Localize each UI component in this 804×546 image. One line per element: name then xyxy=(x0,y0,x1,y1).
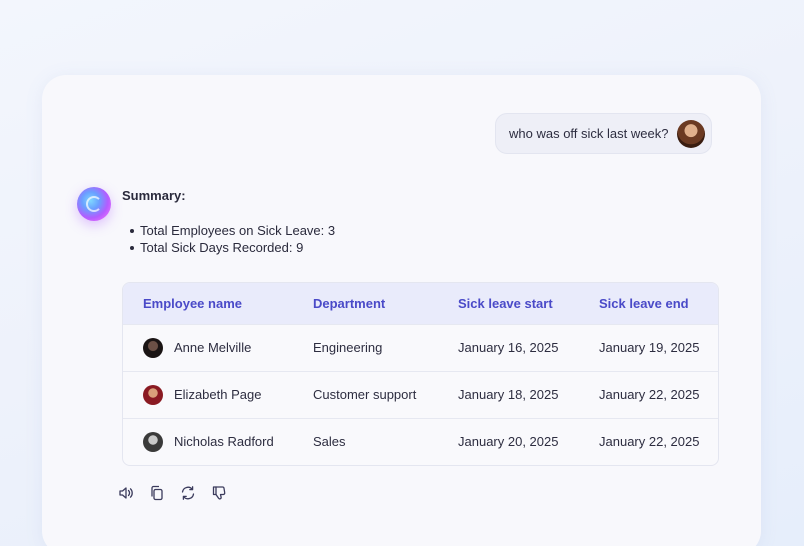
table-row: Elizabeth Page Customer support January … xyxy=(123,371,718,418)
column-header-department: Department xyxy=(313,295,386,311)
department-cell: Customer support xyxy=(313,387,417,402)
end-date-cell: January 22, 2025 xyxy=(599,387,700,402)
table-row: Nicholas Radford Sales January 20, 2025 … xyxy=(123,418,718,465)
sick-leave-table: Employee name Department Sick leave star… xyxy=(122,282,719,466)
summary-item: Total Sick Days Recorded: 9 xyxy=(128,239,335,256)
avatar xyxy=(143,431,163,452)
user-message-bubble: who was off sick last week? xyxy=(495,113,712,154)
table-row: Anne Melville Engineering January 16, 20… xyxy=(123,324,718,371)
user-message-text: who was off sick last week? xyxy=(509,126,669,141)
employee-name: Nicholas Radford xyxy=(174,434,274,450)
copy-icon[interactable] xyxy=(149,485,165,501)
end-date-cell: January 19, 2025 xyxy=(599,340,700,355)
assistant-avatar-icon xyxy=(77,187,111,221)
department-cell: Engineering xyxy=(313,340,383,355)
avatar xyxy=(143,384,163,405)
thumbs-down-icon[interactable] xyxy=(211,485,227,501)
employee-name: Anne Melville xyxy=(174,340,252,355)
chat-panel: who was off sick last week? Summary: Tot… xyxy=(42,75,761,546)
speaker-icon[interactable] xyxy=(118,485,134,501)
employee-name: Elizabeth Page xyxy=(174,387,262,402)
user-avatar xyxy=(677,120,705,148)
avatar xyxy=(143,337,163,358)
table-header-row: Employee name Department Sick leave star… xyxy=(123,283,718,324)
column-header-sick-leave-start: Sick leave start xyxy=(458,295,553,311)
end-date-cell: January 22, 2025 xyxy=(599,434,700,450)
start-date-cell: January 20, 2025 xyxy=(458,434,559,450)
summary-title: Summary: xyxy=(122,188,186,203)
start-date-cell: January 16, 2025 xyxy=(458,340,559,355)
summary-item: Total Employees on Sick Leave: 3 xyxy=(128,222,335,239)
column-header-sick-leave-end: Sick leave end xyxy=(599,295,689,311)
department-cell: Sales xyxy=(313,434,346,450)
start-date-cell: January 18, 2025 xyxy=(458,387,559,402)
column-header-employee-name: Employee name xyxy=(143,295,242,311)
message-actions xyxy=(118,485,227,501)
summary-list: Total Employees on Sick Leave: 3 Total S… xyxy=(128,222,335,256)
regenerate-icon[interactable] xyxy=(180,485,196,501)
